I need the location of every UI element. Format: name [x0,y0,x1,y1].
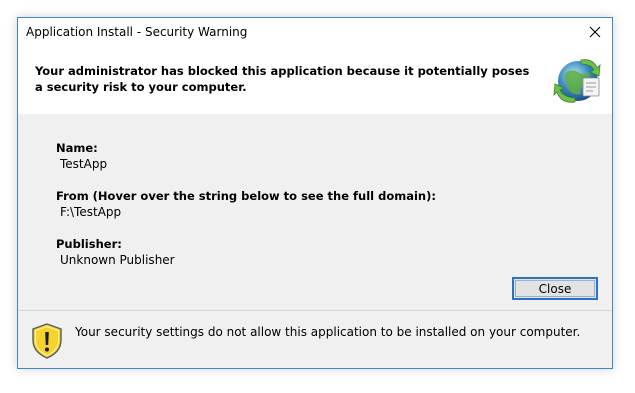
clickonce-globe-icon [553,59,601,103]
footer-panel: Your security settings do not allow this… [18,311,612,368]
from-label: From (Hover over the string below to see… [56,189,436,203]
publisher-value: Unknown Publisher [60,253,175,267]
close-button[interactable]: Close [512,277,598,300]
close-icon [589,26,601,38]
publisher-section: Publisher: Unknown Publisher [56,237,175,267]
warning-shield-icon [32,323,62,359]
blocked-message: Your administrator has blocked this appl… [35,64,530,94]
name-label: Name: [56,141,98,155]
from-section: From (Hover over the string below to see… [56,189,436,219]
name-section: Name: TestApp [56,141,107,171]
header-panel: Your administrator has blocked this appl… [18,46,612,114]
from-value[interactable]: F:\TestApp [60,205,436,219]
title-bar[interactable]: Application Install - Security Warning [18,18,612,46]
window-title: Application Install - Security Warning [26,25,248,39]
close-window-button[interactable] [578,18,612,46]
name-value: TestApp [60,157,108,171]
security-warning-dialog: Application Install - Security Warning Y… [17,17,613,369]
footer-message: Your security settings do not allow this… [75,325,581,339]
publisher-label: Publisher: [56,237,122,251]
